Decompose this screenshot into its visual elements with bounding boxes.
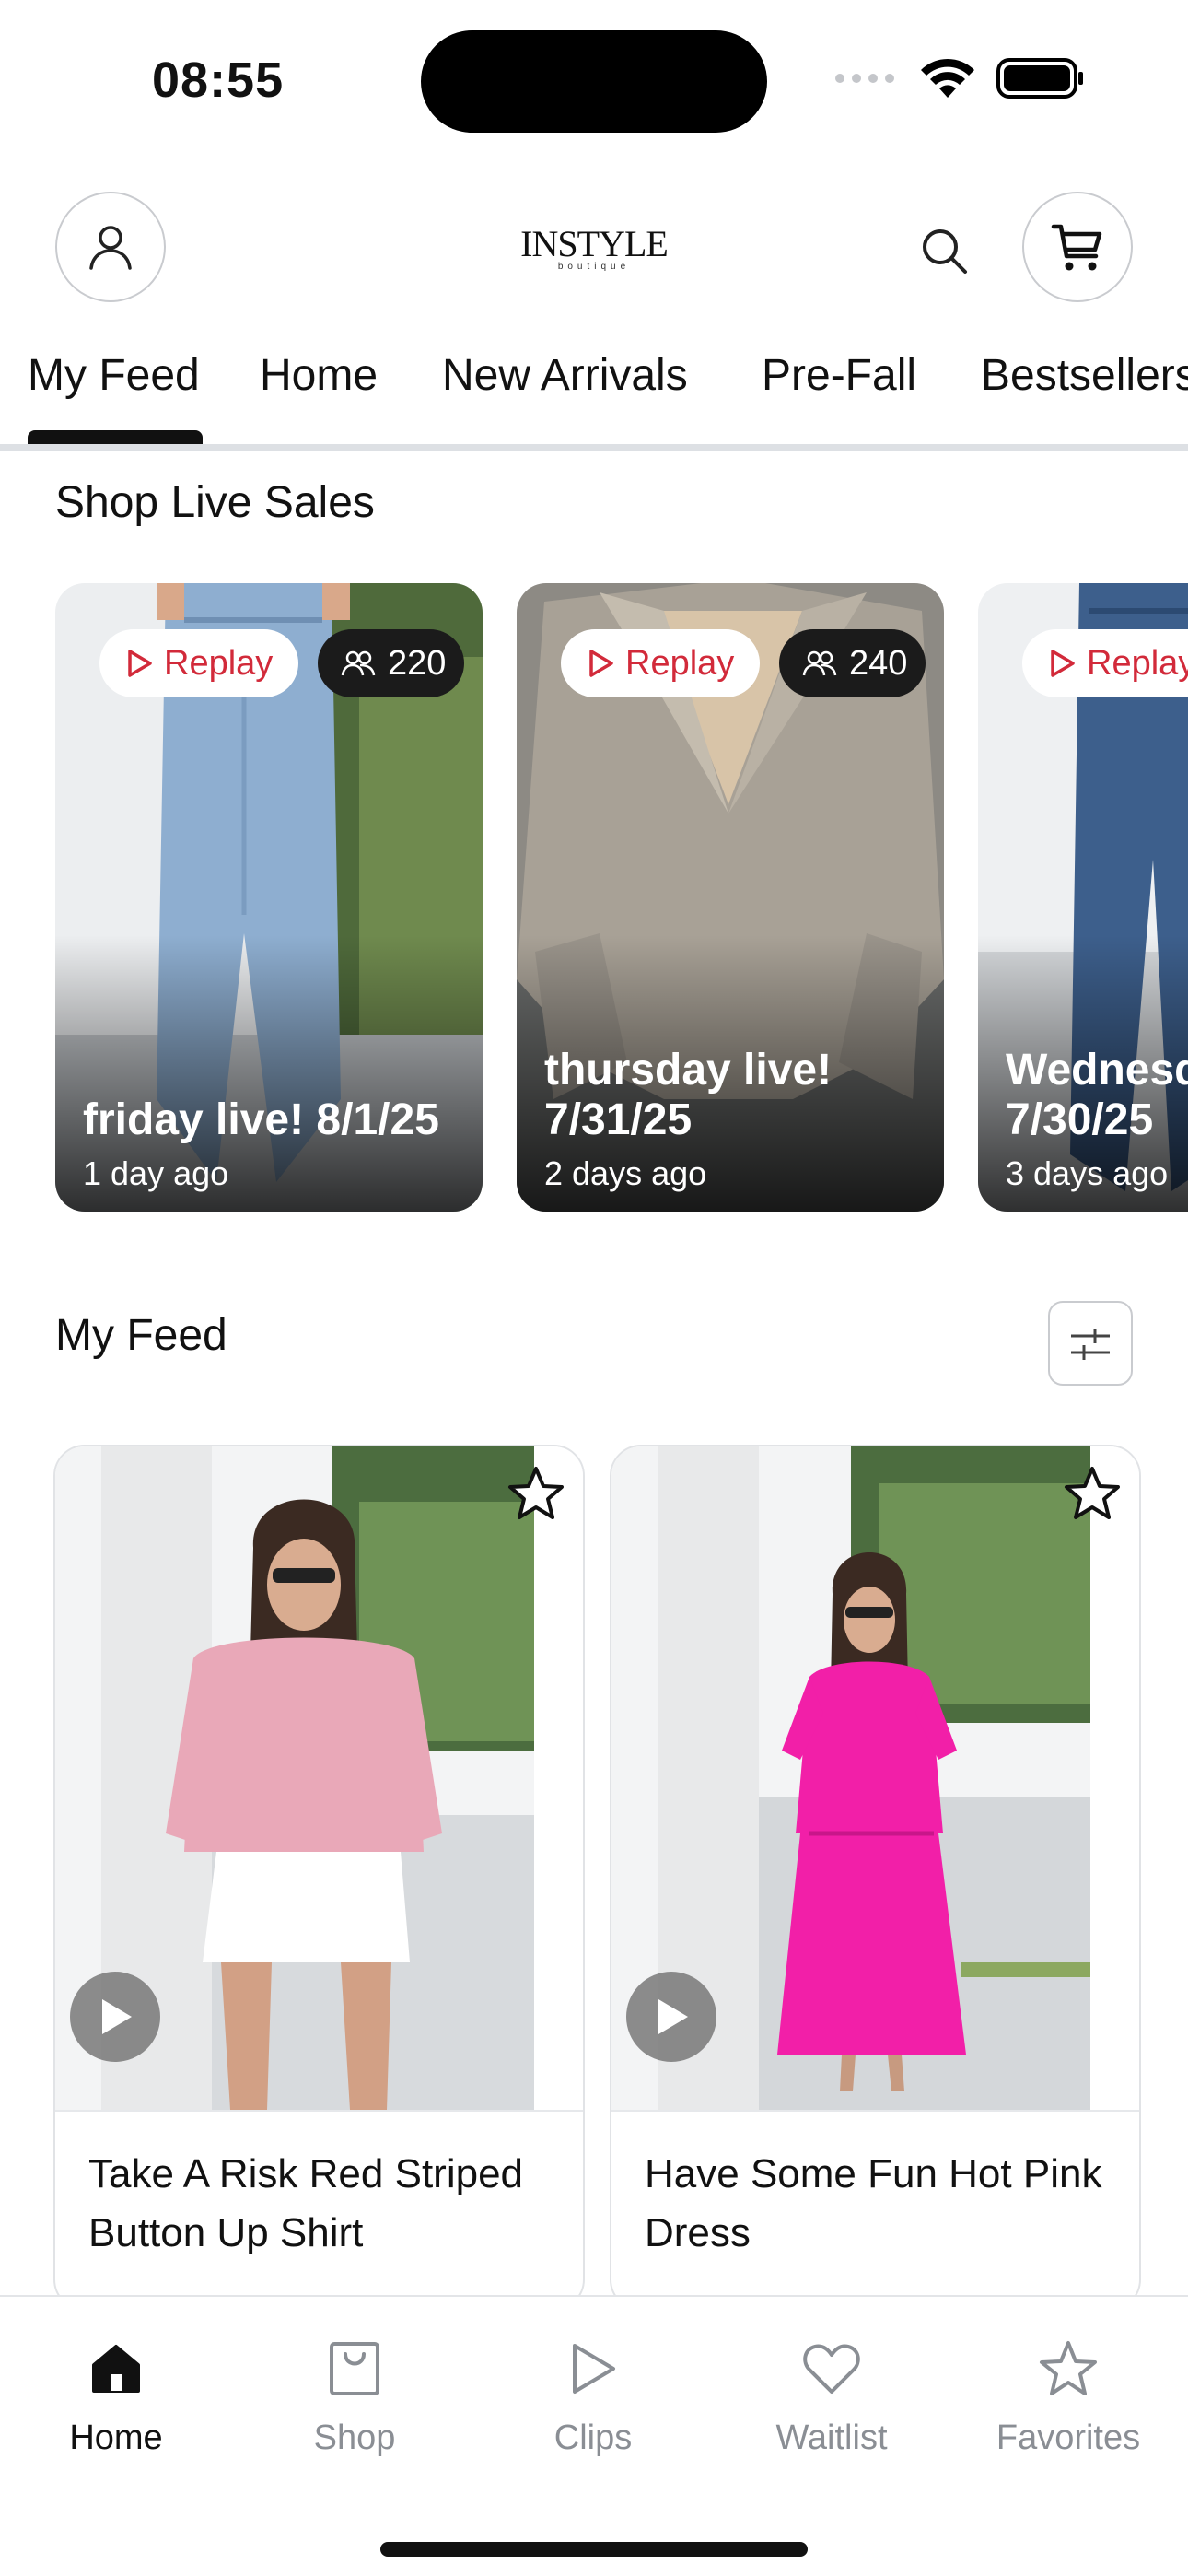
play-icon — [573, 2344, 615, 2394]
active-tab-indicator — [28, 430, 203, 444]
live-sale-title: Wednesday live! 7/30/25 — [1006, 1046, 1188, 1144]
live-sale-card[interactable]: Replay 220 friday live! 8/1/25 1 day ago — [55, 583, 483, 1212]
wifi-icon — [921, 58, 974, 98]
product-name: Have Some Fun Hot Pink Dress — [645, 2151, 1102, 2255]
tab-new-arrivals[interactable]: New Arrivals — [442, 350, 688, 401]
play-outline-icon — [589, 650, 613, 677]
favorite-button[interactable] — [1060, 1461, 1124, 1526]
shopping-bag-icon — [330, 2342, 379, 2395]
product-card[interactable]: Take A Risk Red Striped Button Up Shirt — [53, 1445, 585, 2311]
search-button[interactable] — [914, 220, 974, 281]
live-sale-card[interactable]: Replay Wednesday live! 7/30/25 3 days ag… — [978, 583, 1188, 1212]
status-bar: 08:55 — [0, 0, 1188, 166]
people-icon — [802, 650, 837, 676]
replay-badge: Replay — [1022, 629, 1188, 697]
tab-home[interactable]: Home — [260, 350, 378, 401]
status-time: 08:55 — [152, 53, 285, 108]
replay-label: Replay — [625, 643, 735, 683]
replay-label: Replay — [1087, 643, 1188, 683]
category-tabs: My Feed Home New Arrivals Pre-Fall Bests… — [0, 332, 1188, 451]
card-divider — [611, 2110, 1139, 2112]
heart-icon — [803, 2344, 860, 2394]
my-feed-title: My Feed — [55, 1311, 227, 1360]
logo-wordmark: INSTYLE — [520, 223, 669, 264]
live-sale-age: 3 days ago — [1006, 1154, 1169, 1192]
play-outline-icon — [1051, 650, 1075, 677]
nav-item-shop[interactable]: Shop — [262, 2332, 447, 2458]
profile-button[interactable] — [55, 192, 166, 302]
star-outline-icon — [1065, 1467, 1120, 1519]
user-icon — [89, 226, 132, 270]
home-icon — [92, 2345, 140, 2393]
status-icons — [834, 57, 1085, 100]
nav-label-waitlist: Waitlist — [775, 2418, 888, 2457]
viewer-count-badge: 220 — [318, 629, 465, 697]
cart-icon — [1051, 224, 1102, 271]
nav-item-clips[interactable]: Clips — [501, 2332, 685, 2458]
card-divider — [55, 2110, 583, 2112]
nav-label-favorites: Favorites — [996, 2418, 1141, 2457]
tabs-divider — [0, 444, 1188, 451]
star-outline-icon — [508, 1467, 564, 1519]
home-indicator — [380, 2542, 808, 2557]
tab-bestsellers[interactable]: Bestsellers — [981, 350, 1188, 401]
dynamic-island — [421, 30, 767, 133]
nav-item-waitlist[interactable]: Waitlist — [740, 2332, 924, 2458]
play-outline-icon — [128, 650, 152, 677]
product-name: Take A Risk Red Striped Button Up Shirt — [88, 2151, 524, 2255]
sliders-icon — [1071, 1329, 1110, 1360]
nav-label-clips: Clips — [553, 2418, 633, 2457]
live-sale-age: 2 days ago — [544, 1154, 707, 1192]
nav-item-home[interactable]: Home — [24, 2332, 208, 2458]
play-icon — [658, 1999, 688, 2034]
play-icon — [102, 1999, 132, 2034]
live-sales-title: Shop Live Sales — [55, 478, 375, 527]
live-sale-title: friday live! 8/1/25 — [83, 1095, 439, 1144]
cart-button[interactable] — [1022, 192, 1133, 302]
viewer-count-badge: 240 — [779, 629, 926, 697]
tab-my-feed[interactable]: My Feed — [28, 350, 200, 401]
replay-badge: Replay — [99, 629, 299, 697]
favorite-button[interactable] — [504, 1461, 568, 1526]
viewer-count: 220 — [388, 643, 447, 683]
bottom-tab-bar: Home Shop Clips Waitlist Favorites — [0, 2295, 1188, 2576]
viewer-count: 240 — [849, 643, 908, 683]
tab-pre-fall[interactable]: Pre-Fall — [762, 350, 916, 401]
brand-logo[interactable]: INSTYLE boutique — [502, 226, 686, 272]
replay-label: Replay — [164, 643, 274, 683]
live-sale-card[interactable]: Replay 240 thursday live! 7/31/25 2 days… — [517, 583, 944, 1212]
nav-item-favorites[interactable]: Favorites — [976, 2332, 1160, 2458]
star-icon — [1040, 2341, 1097, 2395]
product-card[interactable]: Have Some Fun Hot Pink Dress — [610, 1445, 1141, 2311]
app-header: INSTYLE boutique — [0, 189, 1188, 305]
play-video-button[interactable] — [626, 1972, 716, 2062]
nav-label-shop: Shop — [313, 2418, 396, 2457]
people-icon — [341, 650, 376, 676]
live-sales-carousel[interactable]: Replay 220 friday live! 8/1/25 1 day ago — [0, 583, 1188, 1212]
live-sale-age: 1 day ago — [83, 1154, 229, 1192]
replay-badge: Replay — [561, 629, 761, 697]
filter-button[interactable] — [1048, 1301, 1133, 1386]
battery-icon — [996, 58, 1083, 99]
nav-label-home: Home — [69, 2418, 163, 2457]
cellular-signal-icon — [835, 74, 894, 83]
search-icon — [923, 229, 967, 274]
play-video-button[interactable] — [70, 1972, 160, 2062]
live-sale-title: thursday live! 7/31/25 — [544, 1046, 833, 1144]
